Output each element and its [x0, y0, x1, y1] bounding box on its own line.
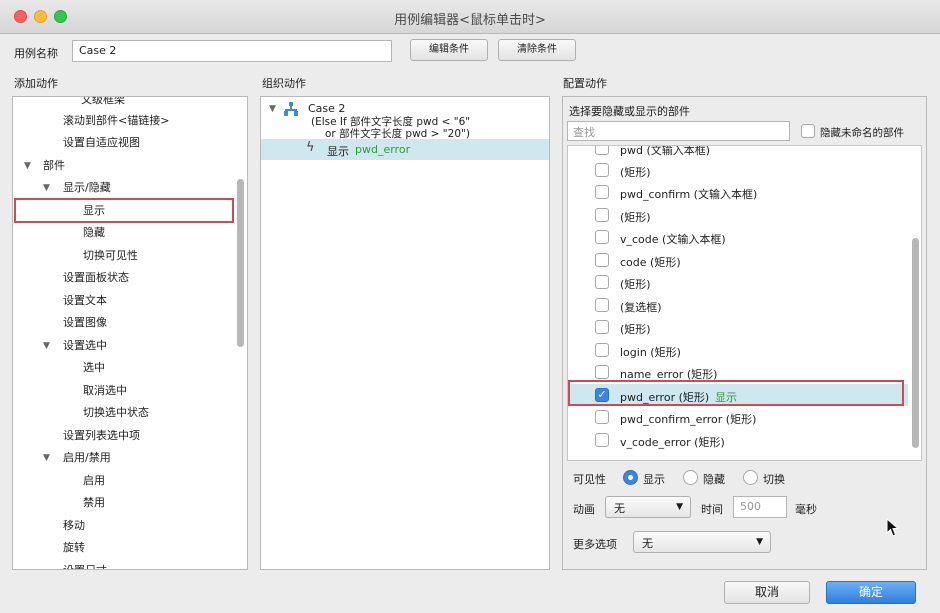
tree-item-toggle-selected[interactable]: 切换选中状态	[13, 402, 235, 424]
title-bar: 用例编辑器<鼠标单击时>	[0, 0, 940, 34]
tree-item-set-text[interactable]: 设置文本	[13, 290, 235, 312]
widget-action-tag: 显示	[715, 391, 737, 404]
widget-row[interactable]: pwd_confirm (文输入本框)	[568, 181, 908, 203]
organize-action-panel[interactable]: ▼ Case 2 (Else If 部件文字长度 pwd < "6" or 部件…	[260, 96, 550, 570]
animation-label: 动画	[573, 503, 595, 516]
case-name-input[interactable]: Case 2	[72, 40, 392, 62]
widget-checkbox[interactable]	[595, 253, 609, 267]
widget-list[interactable]: pwd (文输入本框) (矩形) pwd_confirm (文输入本框) (矩形…	[567, 145, 922, 461]
widget-checkbox[interactable]	[595, 163, 609, 177]
add-action-scrollbar[interactable]	[237, 179, 244, 347]
edit-condition-button[interactable]: 编辑条件	[410, 39, 488, 61]
case-name-label: 用例名称	[14, 47, 58, 60]
hide-unnamed-checkbox[interactable]	[801, 124, 815, 138]
widget-checkbox[interactable]	[595, 275, 609, 289]
widget-checkbox[interactable]	[595, 185, 609, 199]
configure-action-heading: 配置动作	[563, 77, 607, 90]
configure-action-panel: 选择要隐藏或显示的部件 查找 隐藏未命名的部件 pwd (文输入本框) (矩形)…	[562, 96, 927, 570]
radio-hide-label: 隐藏	[703, 473, 725, 486]
visibility-label: 可见性	[573, 473, 606, 486]
tree-group-enable-disable[interactable]: ▼ 启用/禁用	[13, 447, 235, 469]
tree-item-rotate[interactable]: 旋转	[13, 537, 235, 559]
cancel-button[interactable]: 取消	[724, 581, 810, 604]
widget-row[interactable]: pwd_confirm_error (矩形)	[568, 406, 908, 428]
radio-toggle[interactable]	[743, 470, 758, 485]
tree-item-set-panel-state[interactable]: 设置面板状态	[13, 267, 235, 289]
radio-hide[interactable]	[683, 470, 698, 485]
widget-row[interactable]: v_code (文输入本框)	[568, 226, 908, 248]
widget-checkbox[interactable]	[595, 208, 609, 222]
tree-group-show-hide[interactable]: ▼ 显示/隐藏	[13, 177, 235, 199]
expand-arrow-icon[interactable]: ▼	[43, 335, 50, 357]
widget-row[interactable]: (矩形)	[568, 271, 908, 293]
widget-row[interactable]: (复选框)	[568, 294, 908, 316]
more-options-label: 更多选项	[573, 538, 617, 551]
more-options-select[interactable]: 无 ▼	[633, 531, 771, 553]
action-row-show-pwd-error[interactable]: ϟ 显示 pwd_error	[261, 139, 549, 160]
radio-show-label: 显示	[643, 473, 665, 486]
widget-checkbox[interactable]	[595, 343, 609, 357]
time-label: 时间	[701, 503, 723, 516]
configure-heading: 选择要隐藏或显示的部件	[569, 105, 690, 118]
radio-show[interactable]	[623, 470, 638, 485]
widget-list-scrollbar[interactable]	[912, 238, 919, 448]
lightning-icon: ϟ	[306, 140, 315, 155]
expand-arrow-icon[interactable]: ▼	[24, 155, 31, 177]
widget-checkbox[interactable]	[595, 365, 609, 379]
widget-row[interactable]: (矩形)	[568, 159, 908, 181]
radio-toggle-label: 切换	[763, 473, 785, 486]
widget-checkbox-checked[interactable]: ✓	[595, 388, 609, 402]
widget-checkbox[interactable]	[595, 410, 609, 424]
add-action-heading: 添加动作	[14, 77, 58, 90]
widget-row[interactable]: (矩形)	[568, 204, 908, 226]
widget-search-input[interactable]: 查找	[567, 121, 790, 141]
action-verb: 显示	[327, 145, 349, 158]
organize-action-heading: 组织动作	[262, 77, 306, 90]
animation-time-input[interactable]: 500	[733, 496, 787, 518]
widget-row[interactable]: code (矩形)	[568, 249, 908, 271]
widget-checkbox[interactable]	[595, 298, 609, 312]
tree-item-move[interactable]: 移动	[13, 515, 235, 537]
widget-checkbox[interactable]	[595, 433, 609, 447]
tree-item-show[interactable]: 显示	[13, 200, 235, 222]
tree-group-widgets[interactable]: ▼ 部件	[13, 155, 235, 177]
time-unit-label: 毫秒	[795, 503, 817, 516]
widget-checkbox[interactable]	[595, 320, 609, 334]
tree-item-disable[interactable]: 禁用	[13, 492, 235, 514]
widget-row[interactable]: name_error (矩形)	[568, 361, 908, 383]
tree-item-toggle-visibility[interactable]: 切换可见性	[13, 245, 235, 267]
widget-checkbox[interactable]	[595, 146, 609, 155]
widget-checkbox[interactable]	[595, 230, 609, 244]
tree-item-set-list-selected[interactable]: 设置列表选中项	[13, 425, 235, 447]
hide-unnamed-label: 隐藏未命名的部件	[820, 127, 904, 139]
widget-row[interactable]: login (矩形)	[568, 339, 908, 361]
ok-button[interactable]: 确定	[826, 581, 916, 604]
tree-item-set-size[interactable]: 设置尺寸	[13, 560, 235, 569]
tree-item-hide[interactable]: 隐藏	[13, 222, 235, 244]
tree-group-set-selected[interactable]: ▼ 设置选中	[13, 335, 235, 357]
expand-arrow-icon[interactable]: ▼	[269, 104, 276, 114]
expand-arrow-icon[interactable]: ▼	[43, 177, 50, 199]
dropdown-caret-icon: ▼	[676, 502, 683, 512]
dropdown-caret-icon: ▼	[756, 537, 763, 547]
expand-arrow-icon[interactable]: ▼	[43, 447, 50, 469]
action-target: pwd_error	[355, 143, 411, 156]
add-action-tree[interactable]: 文级框架 滚动到部件<锚链接> 设置自适应视图 ▼ 部件 ▼ 显示/隐藏 显示 …	[12, 96, 248, 570]
tree-item-set-adaptive-view[interactable]: 设置自适应视图	[13, 132, 235, 154]
widget-row-selected[interactable]: ✓ pwd_error (矩形) 显示	[568, 384, 908, 406]
widget-row[interactable]: (矩形)	[568, 316, 908, 338]
case-icon	[284, 102, 298, 116]
tree-item-set-image[interactable]: 设置图像	[13, 312, 235, 334]
tree-item-select[interactable]: 选中	[13, 357, 235, 379]
tree-item-enable[interactable]: 启用	[13, 470, 235, 492]
clear-condition-button[interactable]: 清除条件	[498, 39, 576, 61]
animation-select[interactable]: 无 ▼	[605, 496, 691, 518]
widget-row[interactable]: v_code_error (矩形)	[568, 429, 908, 451]
tree-item-frame[interactable]: 文级框架	[13, 97, 235, 111]
mouse-cursor-icon	[886, 518, 900, 537]
widget-row[interactable]: pwd (文输入本框)	[568, 146, 908, 159]
window-title: 用例编辑器<鼠标单击时>	[394, 13, 546, 28]
tree-item-scroll-to-widget[interactable]: 滚动到部件<锚链接>	[13, 110, 235, 132]
tree-item-unselect[interactable]: 取消选中	[13, 380, 235, 402]
